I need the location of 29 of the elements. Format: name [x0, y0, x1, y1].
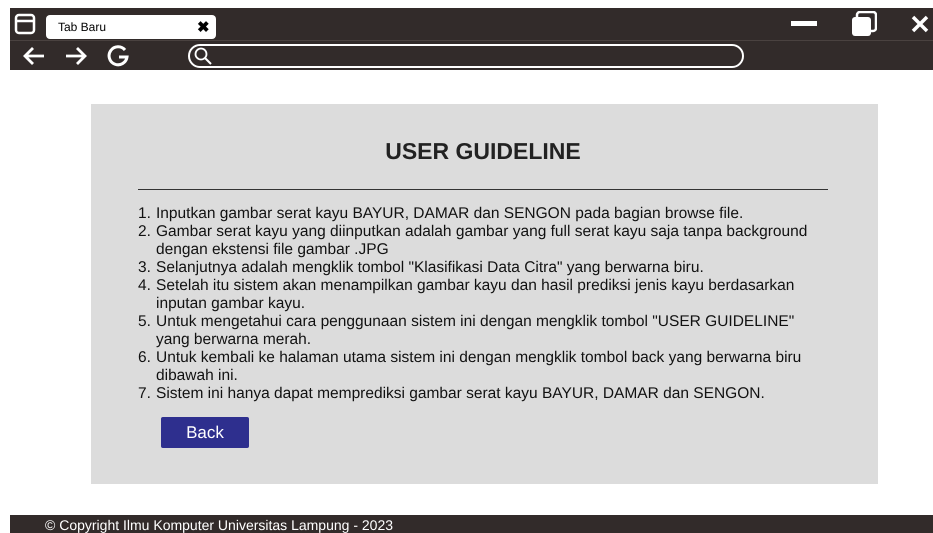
browser-tab[interactable]: Tab Baru ✖: [46, 15, 216, 39]
instruction-text: Untuk kembali ke halaman utama sistem ini dengan mengklik tombol back yang berwarna biru dibawah ini.: [156, 349, 802, 385]
instruction-text: Untuk mengetahui cara penggunaan sistem ini dengan mengklik tombol "USER GUIDELINE" yang berwarna merah.: [156, 313, 796, 349]
guideline-title: USER GUIDELINE: [385, 138, 581, 165]
restore-icon[interactable]: [851, 11, 877, 37]
back-arrow-icon[interactable]: [22, 46, 46, 66]
search-icon: [194, 46, 212, 64]
item-number: 1.: [138, 205, 152, 223]
reload-icon[interactable]: [106, 44, 130, 68]
item-number: 5.: [138, 313, 152, 332]
address-bar[interactable]: [188, 44, 744, 68]
close-tab-button[interactable]: ✖: [197, 20, 210, 34]
instruction-text: Setelah itu sistem akan menampilkan gambar kayu dan hasil prediksi jenis kayu berdasarkan inputan gambar kayu.: [156, 277, 796, 313]
item-number: 3.: [138, 259, 152, 277]
item-number: 7.: [138, 385, 152, 403]
back-button[interactable]: Back: [161, 417, 249, 448]
window-icon[interactable]: [14, 13, 36, 35]
forward-arrow-icon[interactable]: [64, 46, 88, 66]
instruction-text: Sistem ini hanya dapat memprediksi gambar serat kayu BAYUR, DAMAR dan SENGON.: [156, 385, 765, 403]
instruction-text: Gambar serat kayu yang diinputkan adalah gambar yang full serat kayu saja tanpa background dengan ekstensi file gambar .JPG: [156, 223, 808, 259]
item-number: 6.: [138, 349, 152, 368]
item-number: 4.: [138, 277, 152, 296]
copyright-text: © Copyright Ilmu Komputer Universitas Lampung - 2023: [45, 517, 394, 533]
instruction-text: Inputkan gambar serat kayu BAYUR, DAMAR dan SENGON pada bagian browse file.: [156, 205, 744, 223]
close-icon[interactable]: [911, 15, 929, 33]
minimize-icon[interactable]: [791, 21, 817, 27]
tab-label: Tab Baru: [58, 20, 106, 34]
instruction-text: Selanjutnya adalah mengklik tombol "Klasifikasi Data Citra" yang berwarna biru.: [156, 259, 704, 277]
item-number: 2.: [138, 223, 152, 242]
